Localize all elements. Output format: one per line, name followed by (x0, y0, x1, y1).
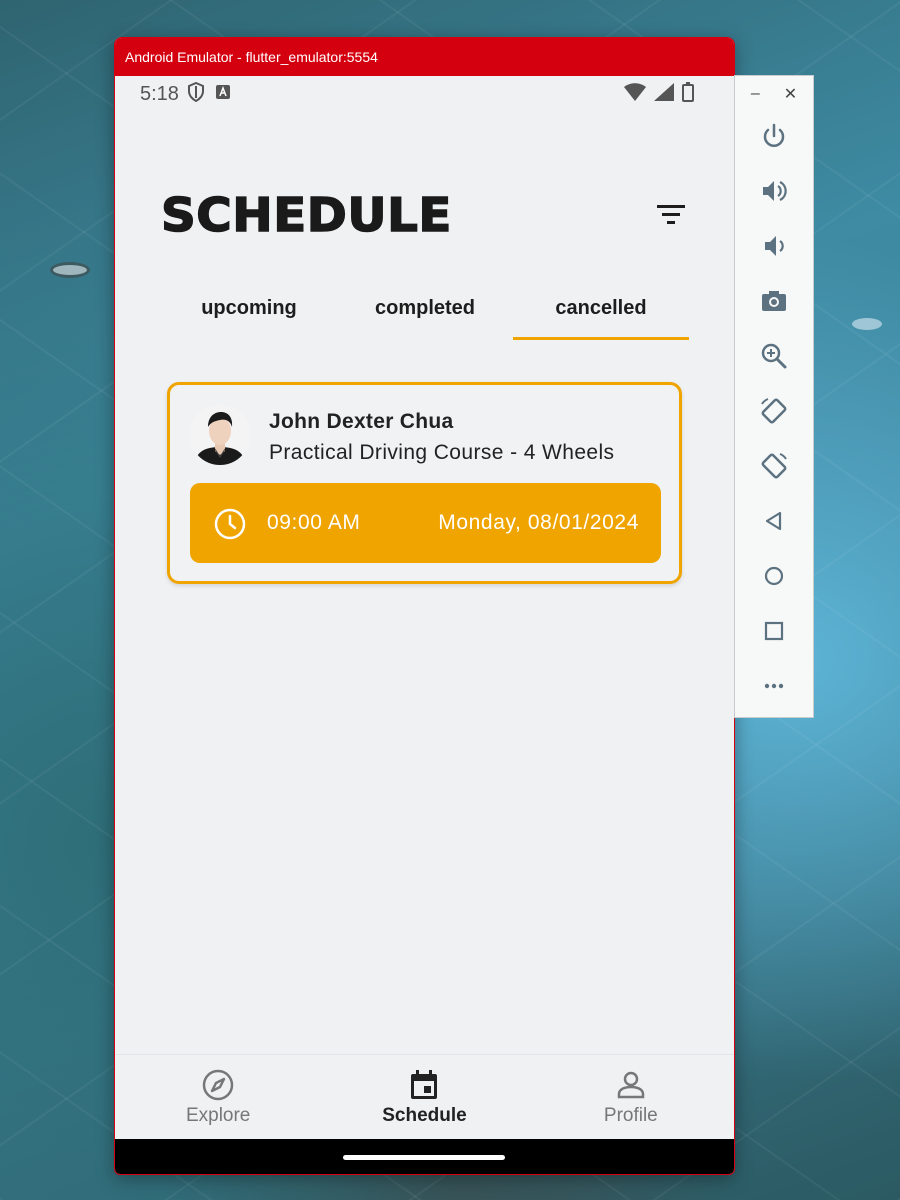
filter-button[interactable] (653, 200, 689, 230)
course-name: Practical Driving Course - 4 Wheels (269, 441, 615, 464)
avatar (190, 405, 250, 465)
nav-explore-label: Explore (185, 1105, 251, 1126)
status-bar: 5:18 (115, 76, 734, 112)
zoom-button[interactable] (759, 341, 789, 371)
home-gesture-bar[interactable] (343, 1155, 505, 1160)
ceiling-lamp (852, 318, 882, 330)
signal-icon (654, 83, 674, 106)
camera-icon (762, 291, 786, 311)
nav-explore[interactable]: Explore (115, 1055, 321, 1139)
overview-icon (764, 621, 784, 641)
back-icon (765, 511, 782, 531)
tab-upcoming[interactable]: upcoming (161, 276, 337, 340)
schedule-tabs: upcoming completed cancelled (161, 276, 689, 340)
power-icon (763, 123, 785, 147)
overview-button[interactable] (759, 616, 789, 646)
clock-icon (213, 507, 247, 541)
volume-down-icon (765, 236, 784, 256)
nav-schedule[interactable]: Schedule (321, 1055, 527, 1139)
rotate-right-button[interactable] (759, 451, 789, 481)
nav-profile-label: Profile (603, 1105, 658, 1126)
bottom-navigation: Explore Schedule Profile (115, 1054, 734, 1139)
compass-icon (202, 1069, 234, 1101)
rotate-right-icon (761, 453, 787, 479)
home-button[interactable] (759, 561, 789, 591)
wifi-icon (624, 83, 646, 106)
volume-up-button[interactable] (759, 176, 789, 206)
window-title: Android Emulator - flutter_emulator:5554 (125, 49, 378, 65)
tab-cancelled[interactable]: cancelled (513, 276, 689, 340)
volume-down-button[interactable] (759, 231, 789, 261)
back-button[interactable] (759, 506, 789, 536)
keyboard-a-icon (215, 84, 231, 105)
status-time: 5:18 (140, 82, 179, 105)
schedule-time-box: 09:00 AM Monday, 08/01/2024 (190, 483, 661, 563)
emulator-window: Android Emulator - flutter_emulator:5554… (114, 37, 735, 1175)
page-title: SCHEDULE (160, 187, 452, 243)
nav-schedule-label: Schedule (382, 1105, 467, 1126)
minimize-button[interactable]: – (751, 85, 760, 103)
rotate-left-icon (761, 398, 787, 424)
schedule-time: 09:00 AM (267, 511, 361, 534)
tab-completed[interactable]: completed (337, 276, 513, 340)
window-title-bar[interactable]: Android Emulator - flutter_emulator:5554 (115, 38, 734, 76)
zoom-icon (761, 343, 787, 369)
calendar-icon (411, 1070, 438, 1099)
home-icon (764, 566, 784, 586)
device-screen: 5:18 SCHEDULE upcoming completed cancell… (115, 76, 734, 1139)
more-button[interactable] (759, 671, 789, 701)
schedule-card[interactable]: John Dexter Chua Practical Driving Cours… (167, 382, 682, 584)
instructor-name: John Dexter Chua (269, 410, 454, 433)
ceiling-lamp (50, 262, 90, 278)
shield-icon (187, 81, 205, 107)
rotate-left-button[interactable] (759, 396, 789, 426)
gesture-navigation-area (115, 1139, 734, 1174)
screenshot-button[interactable] (759, 286, 789, 316)
volume-up-icon (763, 181, 787, 201)
schedule-date: Monday, 08/01/2024 (438, 511, 639, 534)
close-button[interactable]: ✕ (784, 84, 797, 104)
power-button[interactable] (759, 121, 789, 151)
emulator-side-toolbar: – ✕ (734, 75, 814, 718)
more-icon (764, 683, 784, 689)
person-icon (617, 1071, 645, 1099)
nav-profile[interactable]: Profile (528, 1055, 734, 1139)
filter-icon (657, 205, 685, 224)
battery-icon (682, 82, 694, 107)
